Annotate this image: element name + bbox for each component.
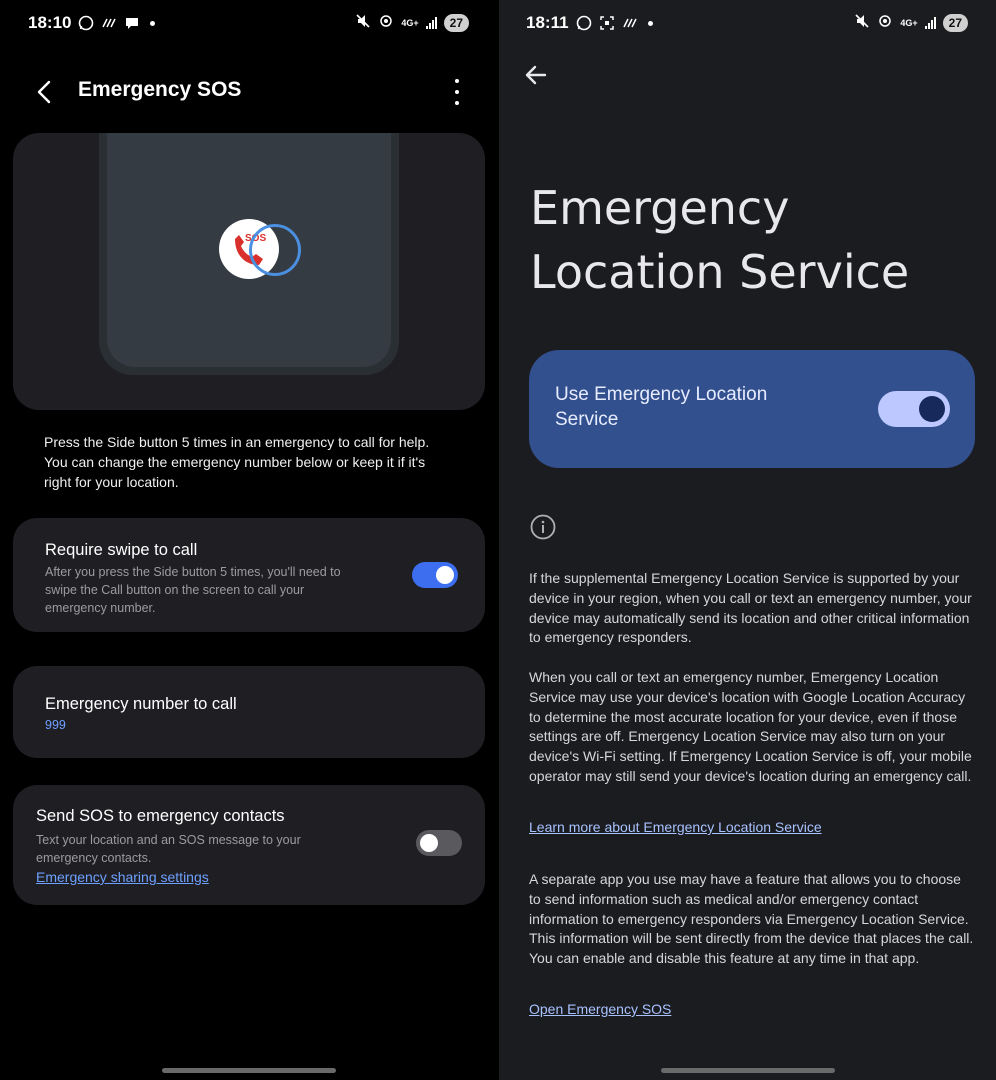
signal-icon: [425, 17, 437, 29]
chat-bubble-icon: [123, 14, 141, 32]
send-sos-toggle[interactable]: [416, 830, 462, 856]
emergency-sharing-settings-link[interactable]: Emergency sharing settings: [36, 869, 209, 885]
use-els-card[interactable]: Use Emergency Location Service: [529, 350, 975, 468]
notification-dot-icon: [150, 20, 156, 26]
emergency-number-title: Emergency number to call: [45, 695, 237, 713]
signal-icon: [924, 17, 936, 29]
battery-badge: 27: [443, 14, 469, 32]
app-bar: Emergency SOS: [0, 72, 497, 112]
els-paragraph-1: If the supplemental Emergency Location S…: [529, 570, 972, 646]
press-ring: [249, 224, 301, 276]
network-type-label: 4G+: [900, 18, 918, 28]
page-title: Emergency Location Service: [530, 181, 910, 299]
use-els-label: Use Emergency Location Service: [555, 384, 768, 430]
screenshot-icon: [598, 14, 616, 32]
battery-badge: 27: [942, 14, 968, 32]
wifi-calling-icon: [621, 14, 639, 32]
info-icon: [530, 514, 556, 540]
status-time: 18:10: [28, 13, 72, 32]
network-type-label: 4G+: [401, 18, 419, 28]
require-swipe-title: Require swipe to call: [45, 541, 198, 559]
sos-illustration: SOS: [13, 133, 485, 410]
wifi-calling-icon: [100, 14, 118, 32]
home-indicator[interactable]: [660, 1068, 835, 1073]
require-swipe-toggle[interactable]: [412, 562, 458, 588]
require-swipe-subtitle: After you press the Side button 5 times,…: [45, 565, 341, 615]
whatsapp-icon: [77, 14, 95, 32]
learn-more-els-link[interactable]: Learn more about Emergency Location Serv…: [529, 819, 822, 835]
whatsapp-icon: [575, 14, 593, 32]
status-bar: 18:11 4G+ 27: [526, 10, 996, 36]
emergency-number-value: 999: [45, 718, 66, 732]
hotspot-icon: [378, 13, 394, 34]
emergency-sos-screen: 18:10 4G+ 27 Emergency SOS SOS Press the…: [0, 0, 497, 1080]
status-time: 18:11: [526, 13, 569, 32]
els-paragraph-3: A separate app you use may have a featur…: [529, 871, 974, 967]
home-indicator[interactable]: [161, 1068, 336, 1073]
send-sos-title: Send SOS to emergency contacts: [36, 807, 285, 825]
back-arrow-icon[interactable]: [523, 62, 549, 88]
notification-dot-icon: [647, 20, 653, 26]
more-options-icon[interactable]: [453, 79, 461, 105]
open-emergency-sos-link[interactable]: Open Emergency SOS: [529, 1001, 671, 1017]
hotspot-icon: [877, 13, 893, 34]
els-paragraph-2: When you call or text an emergency numbe…: [529, 669, 972, 784]
emergency-number-card[interactable]: Emergency number to call 999: [13, 666, 485, 758]
back-chevron-icon[interactable]: [34, 78, 56, 106]
status-bar: 18:10 4G+ 27: [28, 10, 497, 36]
send-sos-subtitle: Text your location and an SOS message to…: [36, 833, 301, 865]
emergency-location-service-screen: 18:11 4G+ 27 Emergency Location Service …: [499, 0, 996, 1080]
page-title: Emergency SOS: [78, 78, 242, 101]
send-sos-contacts-card[interactable]: Send SOS to emergency contacts Text your…: [13, 785, 485, 905]
use-els-toggle[interactable]: [878, 391, 950, 427]
require-swipe-card[interactable]: Require swipe to call After you press th…: [13, 518, 485, 632]
mute-icon: [854, 13, 870, 34]
sos-description: Press the Side button 5 times in an emer…: [44, 434, 430, 490]
mute-icon: [355, 13, 371, 34]
